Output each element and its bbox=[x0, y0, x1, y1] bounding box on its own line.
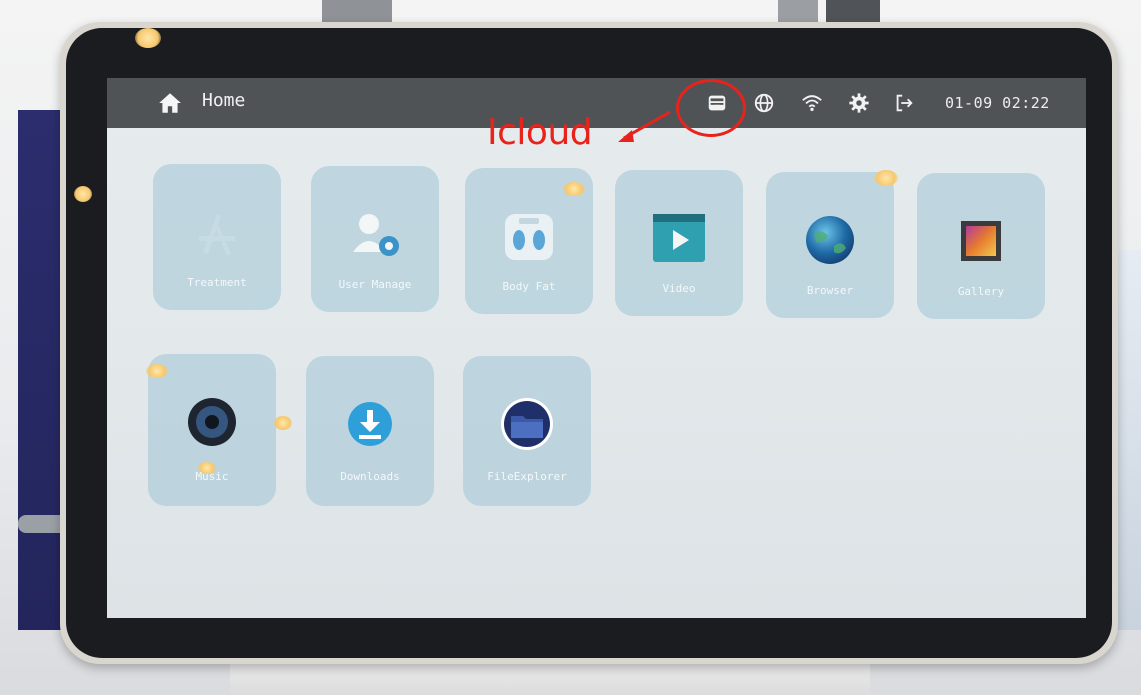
glare bbox=[146, 364, 168, 378]
app-tile-treatment[interactable]: Treatment bbox=[153, 164, 281, 310]
scale-icon bbox=[505, 214, 553, 260]
app-label: User Manage bbox=[338, 278, 412, 291]
annotation-circle bbox=[676, 79, 746, 137]
video-icon bbox=[653, 214, 705, 262]
clock-datetime: 01-09 02:22 bbox=[945, 94, 1050, 112]
download-icon bbox=[348, 402, 392, 446]
glare bbox=[874, 170, 898, 186]
device-screen: Home 01-09 02:22 Treatment User Manage B… bbox=[107, 78, 1086, 618]
treatment-icon bbox=[199, 214, 235, 256]
app-label: Browser bbox=[806, 284, 854, 297]
annotation-arrow-icon bbox=[618, 110, 671, 142]
home-icon[interactable] bbox=[157, 90, 183, 116]
glare bbox=[563, 182, 585, 196]
folder-icon bbox=[501, 398, 553, 450]
app-tile-user-manage[interactable]: User Manage bbox=[311, 166, 439, 312]
app-label: FileExplorer bbox=[487, 470, 567, 483]
wifi-icon[interactable] bbox=[801, 92, 823, 114]
app-label: Body Fat bbox=[502, 280, 556, 293]
gear-icon[interactable] bbox=[848, 92, 870, 114]
glare bbox=[135, 28, 161, 48]
user-manage-icon bbox=[353, 214, 399, 256]
app-tile-downloads[interactable]: Downloads bbox=[306, 356, 434, 506]
app-label: Treatment bbox=[187, 276, 247, 289]
app-tile-video[interactable]: Video bbox=[615, 170, 743, 316]
globe-earth-icon bbox=[806, 216, 854, 264]
speaker-icon bbox=[188, 398, 236, 446]
glare bbox=[198, 462, 216, 474]
glare bbox=[274, 416, 292, 430]
app-label: Video bbox=[662, 282, 696, 295]
app-label: Downloads bbox=[340, 470, 400, 483]
annotation-label: Icloud bbox=[487, 112, 593, 153]
glare bbox=[74, 186, 92, 202]
photo-scene: Home 01-09 02:22 Treatment User Manage B… bbox=[0, 0, 1141, 695]
gallery-icon bbox=[961, 221, 1001, 261]
app-tile-gallery[interactable]: Gallery bbox=[917, 173, 1045, 319]
logout-icon[interactable] bbox=[893, 92, 915, 114]
app-tile-browser[interactable]: Browser bbox=[766, 172, 894, 318]
app-tile-music[interactable]: Music bbox=[148, 354, 276, 506]
page-title: Home bbox=[202, 90, 246, 111]
globe-icon[interactable] bbox=[753, 92, 775, 114]
top-bar: Home 01-09 02:22 bbox=[107, 78, 1086, 128]
app-tile-file-explorer[interactable]: FileExplorer bbox=[463, 356, 591, 506]
app-label: Gallery bbox=[957, 285, 1005, 298]
